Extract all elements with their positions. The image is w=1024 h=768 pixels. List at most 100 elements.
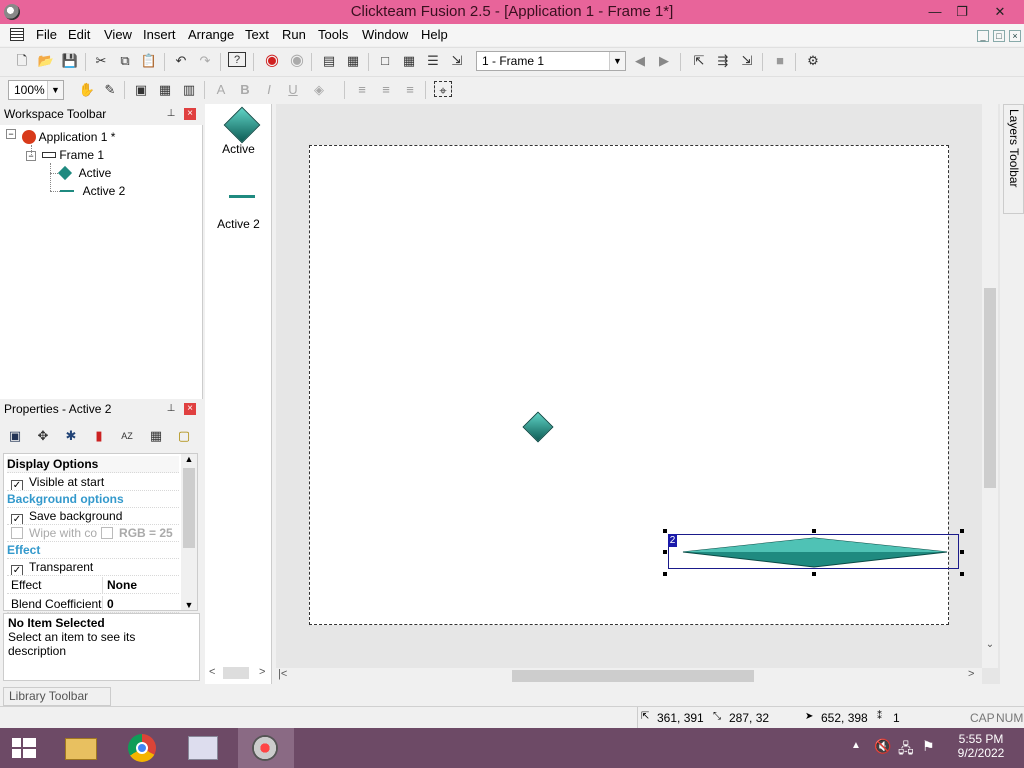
- volume-muted-icon[interactable]: 🔇: [874, 738, 891, 755]
- transparent-row[interactable]: ✓ Transparent: [7, 559, 179, 576]
- chevron-down-icon[interactable]: ▼: [47, 81, 63, 99]
- mdi-close-icon[interactable]: ×: [1009, 30, 1021, 42]
- stop-icon[interactable]: ■: [771, 52, 789, 70]
- scroll-left-icon[interactable]: |<: [278, 668, 287, 680]
- back-icon[interactable]: ◉: [263, 52, 281, 70]
- resize-handle[interactable]: [812, 529, 816, 533]
- action-center-icon[interactable]: ⚑: [922, 738, 935, 755]
- vertical-scrollbar[interactable]: ⌄: [982, 104, 998, 668]
- task-manager-icon[interactable]: [176, 728, 232, 768]
- undo-icon[interactable]: ↶: [172, 52, 190, 70]
- close-icon[interactable]: ×: [184, 108, 196, 120]
- checkbox-unchecked[interactable]: [11, 527, 23, 539]
- storyboard-icon[interactable]: ▤: [320, 52, 338, 70]
- menu-run[interactable]: Run: [282, 27, 306, 42]
- menu-insert[interactable]: Insert: [143, 27, 176, 42]
- menu-tools[interactable]: Tools: [318, 27, 348, 42]
- resize-handle[interactable]: [663, 550, 667, 554]
- values-tab-icon[interactable]: AZ: [118, 427, 136, 445]
- open-icon[interactable]: 📂: [37, 52, 55, 70]
- effect-row[interactable]: Effect None: [7, 577, 179, 594]
- next-frame-icon[interactable]: ▶: [655, 52, 673, 70]
- scroll-up-icon[interactable]: ▲: [181, 454, 197, 464]
- display-tab-icon[interactable]: ✱: [62, 427, 80, 445]
- scroll-right-icon[interactable]: >: [968, 668, 974, 680]
- clickteam-fusion-icon[interactable]: [238, 728, 294, 768]
- library-toolbar-tab[interactable]: Library Toolbar: [3, 687, 111, 706]
- align-left-icon[interactable]: ≡: [353, 81, 371, 99]
- wipe-with-color-row[interactable]: Wipe with co RGB = 25: [7, 525, 179, 542]
- resize-handle[interactable]: [663, 529, 667, 533]
- underline-icon[interactable]: U: [284, 81, 302, 99]
- run-frame-icon[interactable]: ⇱: [690, 52, 708, 70]
- event-list-icon[interactable]: ☰: [424, 52, 442, 70]
- resize-handle[interactable]: [812, 572, 816, 576]
- mdi-restore-icon[interactable]: □: [993, 30, 1005, 42]
- settings-tab-icon[interactable]: ▣: [6, 427, 24, 445]
- data-elements-icon[interactable]: ⇲: [448, 52, 466, 70]
- hand-icon[interactable]: ✋: [78, 81, 96, 99]
- tree-item-active-2[interactable]: Active 2: [60, 183, 125, 199]
- event-editor-icon[interactable]: ▦: [400, 52, 418, 70]
- collapse-icon[interactable]: −: [6, 129, 16, 139]
- properties-scrollbar[interactable]: ▲ ▼: [181, 454, 197, 610]
- show-grid-icon[interactable]: ▦: [156, 81, 174, 99]
- forward-icon[interactable]: ◉: [288, 52, 306, 70]
- scroll-thumb[interactable]: [984, 288, 996, 488]
- horizontal-scrollbar[interactable]: |< >: [276, 668, 982, 684]
- checkbox-checked[interactable]: ✓: [11, 480, 23, 490]
- active-2-object[interactable]: 2: [668, 534, 959, 569]
- menu-window[interactable]: Window: [362, 27, 408, 42]
- menu-edit[interactable]: Edit: [68, 27, 90, 42]
- frame-view-icon[interactable]: □: [376, 52, 394, 70]
- scroll-right-icon[interactable]: >: [259, 666, 265, 678]
- resize-handle[interactable]: [960, 529, 964, 533]
- start-button[interactable]: [0, 728, 56, 768]
- build-run-icon[interactable]: ⇲: [738, 52, 756, 70]
- paste-icon[interactable]: 📋: [140, 52, 158, 70]
- tree-item-application[interactable]: Application 1 *: [22, 129, 115, 145]
- chrome-icon[interactable]: [116, 728, 172, 768]
- cut-icon[interactable]: ✂: [92, 52, 110, 70]
- align-right-icon[interactable]: ≡: [401, 81, 419, 99]
- flat-diamond-icon[interactable]: [229, 195, 255, 198]
- network-icon[interactable]: 🖧: [898, 738, 914, 762]
- run-app-icon[interactable]: ⇶: [714, 52, 732, 70]
- runtime-tab-icon[interactable]: ▦: [147, 427, 165, 445]
- checkbox-checked[interactable]: ✓: [11, 514, 23, 524]
- debugger-icon[interactable]: ⚙: [804, 52, 822, 70]
- menu-arrange[interactable]: Arrange: [188, 27, 234, 42]
- checkbox-checked[interactable]: ✓: [11, 565, 23, 575]
- object-label-active-2[interactable]: Active 2: [205, 217, 272, 231]
- copy-icon[interactable]: ⧉: [116, 52, 134, 70]
- frame-select[interactable]: 1 - Frame 1 ▼: [476, 51, 626, 71]
- close-button[interactable]: ✕: [985, 2, 1015, 22]
- save-background-row[interactable]: ✓ Save background: [7, 508, 179, 525]
- collapse-icon[interactable]: −: [26, 151, 36, 161]
- about-tab-icon[interactable]: ▢: [175, 427, 193, 445]
- mdi-minimize-icon[interactable]: _: [977, 30, 989, 42]
- menu-file[interactable]: File: [36, 27, 57, 42]
- frame-editor-icon[interactable]: ▦: [344, 52, 362, 70]
- pin-icon[interactable]: ⊥: [164, 107, 178, 121]
- snap-grid-icon[interactable]: ▥: [180, 81, 198, 99]
- color-swatch-checkbox[interactable]: [101, 527, 114, 539]
- tree-item-frame[interactable]: Frame 1: [42, 147, 104, 163]
- color-fill-icon[interactable]: ◈: [310, 81, 328, 99]
- prev-frame-icon[interactable]: ◀: [631, 52, 649, 70]
- zoom-select[interactable]: 100% ▼: [8, 80, 64, 100]
- menu-text[interactable]: Text: [245, 27, 269, 42]
- menu-help[interactable]: Help: [421, 27, 448, 42]
- font-icon[interactable]: A: [212, 81, 230, 99]
- fit-icon[interactable]: ⌖: [434, 81, 452, 98]
- redo-icon[interactable]: ↷: [196, 52, 214, 70]
- bold-icon[interactable]: B: [236, 81, 254, 99]
- scroll-down-icon[interactable]: ⌄: [982, 639, 998, 650]
- italic-icon[interactable]: I: [260, 81, 278, 99]
- tree-item-active[interactable]: Active: [57, 165, 111, 181]
- size-tab-icon[interactable]: ✥: [34, 427, 52, 445]
- chevron-down-icon[interactable]: ▼: [609, 52, 625, 70]
- scroll-down-icon[interactable]: ▼: [181, 600, 197, 610]
- scroll-thumb[interactable]: [512, 670, 754, 682]
- show-hidden-icons[interactable]: ▲: [851, 740, 861, 751]
